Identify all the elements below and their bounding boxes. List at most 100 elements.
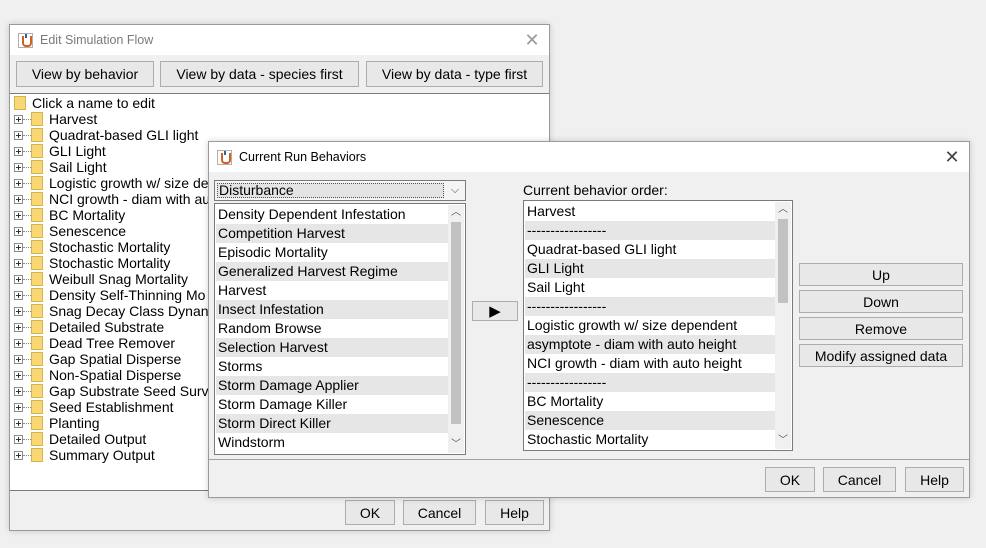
up-button[interactable]: Up <box>799 263 963 286</box>
tree-item[interactable]: Non-Spatial Disperse <box>10 367 181 383</box>
tree-item[interactable]: Snag Decay Class Dynan <box>10 303 209 319</box>
list-item[interactable]: ----------------- <box>525 373 775 392</box>
tree-item[interactable]: Logistic growth w/ size de <box>10 175 209 191</box>
tree-item[interactable]: Senescence <box>10 223 126 239</box>
scroll-down-icon[interactable]: ﹀ <box>775 433 791 449</box>
tree-item[interactable]: Gap Spatial Disperse <box>10 351 181 367</box>
expand-icon[interactable] <box>14 402 23 412</box>
edit-ok-button[interactable]: OK <box>345 500 395 525</box>
run-cancel-button[interactable]: Cancel <box>823 467 896 492</box>
list-item[interactable]: Senescence <box>525 411 775 430</box>
run-window-titlebar[interactable]: Current Run Behaviors ✕ <box>209 142 969 172</box>
list-item[interactable]: ----------------- <box>525 221 775 240</box>
tree-item[interactable]: Sail Light <box>10 159 107 175</box>
order-list-scrollbar[interactable]: ︿ ﹀ <box>775 202 791 449</box>
down-button[interactable]: Down <box>799 290 963 313</box>
list-item[interactable]: Stochastic Mortality <box>525 430 775 449</box>
tree-item[interactable]: Harvest <box>10 111 97 127</box>
expand-icon[interactable] <box>14 242 23 252</box>
list-item[interactable]: ----------------- <box>525 297 775 316</box>
tab-view-by-behavior[interactable]: View by behavior <box>16 61 154 87</box>
behavior-list-scrollbar[interactable]: ︿ ﹀ <box>448 205 464 453</box>
tree-item[interactable]: Stochastic Mortality <box>10 255 170 271</box>
tree-item[interactable]: Weibull Snag Mortality <box>10 271 188 287</box>
expand-icon[interactable] <box>14 290 23 300</box>
list-item[interactable]: Generalized Harvest Regime <box>216 262 448 281</box>
list-item[interactable]: Density Dependent Infestation <box>216 205 448 224</box>
tree-root[interactable]: Click a name to edit <box>10 95 155 111</box>
tab-view-by-type-first[interactable]: View by data - type first <box>366 61 543 87</box>
tree-item[interactable]: Density Self-Thinning Mo <box>10 287 205 303</box>
scroll-thumb[interactable] <box>778 219 788 303</box>
expand-icon[interactable] <box>14 146 23 156</box>
tree-item[interactable]: Gap Substrate Seed Surv <box>10 383 209 399</box>
scroll-up-icon[interactable]: ︿ <box>448 205 464 221</box>
scroll-down-icon[interactable]: ﹀ <box>448 437 464 453</box>
expand-icon[interactable] <box>14 162 23 172</box>
edit-help-button[interactable]: Help <box>485 500 544 525</box>
tree-item[interactable]: NCI growth - diam with au <box>10 191 210 207</box>
expand-icon[interactable] <box>14 274 23 284</box>
tree-item[interactable]: Quadrat-based GLI light <box>10 127 198 143</box>
run-help-button[interactable]: Help <box>905 467 964 492</box>
available-behaviors-list[interactable]: Density Dependent Infestation Competition… <box>214 203 466 455</box>
run-ok-button[interactable]: OK <box>765 467 815 492</box>
list-item[interactable]: Storm Damage Killer <box>216 395 448 414</box>
list-item[interactable]: Storms <box>216 357 448 376</box>
expand-icon[interactable] <box>14 178 23 188</box>
tree-item[interactable]: BC Mortality <box>10 207 125 223</box>
list-item[interactable]: Storm Direct Killer <box>216 414 448 433</box>
tree-item[interactable]: Detailed Output <box>10 431 146 447</box>
tree-item[interactable]: Seed Establishment <box>10 399 174 415</box>
list-item[interactable]: Harvest <box>525 202 775 221</box>
remove-button[interactable]: Remove <box>799 317 963 340</box>
expand-icon[interactable] <box>14 338 23 348</box>
expand-icon[interactable] <box>14 114 23 124</box>
expand-icon[interactable] <box>14 322 23 332</box>
tree-item[interactable]: Detailed Substrate <box>10 319 164 335</box>
expand-icon[interactable] <box>14 450 23 460</box>
expand-icon[interactable] <box>14 194 23 204</box>
expand-icon[interactable] <box>14 306 23 316</box>
list-item[interactable]: Selection Harvest <box>216 338 448 357</box>
scroll-up-icon[interactable]: ︿ <box>775 202 791 218</box>
modify-assigned-data-button[interactable]: Modify assigned data <box>799 344 963 367</box>
expand-icon[interactable] <box>14 434 23 444</box>
behavior-order-list[interactable]: Harvest ----------------- Quadrat-based GL… <box>523 200 793 451</box>
close-icon[interactable]: ✕ <box>943 148 961 166</box>
close-icon[interactable]: ✕ <box>523 31 541 49</box>
chevron-down-icon[interactable]: ⌵ <box>447 182 463 199</box>
expand-icon[interactable] <box>14 130 23 140</box>
expand-icon[interactable] <box>14 258 23 268</box>
list-item[interactable]: Episodic Mortality <box>216 243 448 262</box>
expand-icon[interactable] <box>14 418 23 428</box>
list-item[interactable]: Random Browse <box>216 319 448 338</box>
list-item[interactable]: GLI Light <box>525 259 775 278</box>
behavior-group-dropdown[interactable]: Disturbance ⌵ <box>214 180 466 201</box>
list-item[interactable]: asymptote - diam with auto height <box>525 335 775 354</box>
list-item[interactable]: Sail Light <box>525 278 775 297</box>
list-item[interactable]: Logistic growth w/ size dependent <box>525 316 775 335</box>
expand-icon[interactable] <box>14 210 23 220</box>
list-item[interactable]: Harvest <box>216 281 448 300</box>
expand-icon[interactable] <box>14 370 23 380</box>
tree-item[interactable]: Summary Output <box>10 447 155 463</box>
list-item[interactable]: NCI growth - diam with auto height <box>525 354 775 373</box>
edit-window-titlebar[interactable]: Edit Simulation Flow ✕ <box>10 25 549 55</box>
expand-icon[interactable] <box>14 354 23 364</box>
tree-item[interactable]: Planting <box>10 415 100 431</box>
list-item[interactable]: Storm Damage Applier <box>216 376 448 395</box>
edit-cancel-button[interactable]: Cancel <box>403 500 476 525</box>
list-item[interactable]: Competition Harvest <box>216 224 448 243</box>
tree-item[interactable]: Stochastic Mortality <box>10 239 170 255</box>
expand-icon[interactable] <box>14 226 23 236</box>
expand-icon[interactable] <box>14 386 23 396</box>
list-item[interactable]: Insect Infestation <box>216 300 448 319</box>
tree-item[interactable]: Dead Tree Remover <box>10 335 175 351</box>
list-item[interactable]: BC Mortality <box>525 392 775 411</box>
list-item[interactable]: Windstorm <box>216 433 448 452</box>
tree-item[interactable]: GLI Light <box>10 143 106 159</box>
scroll-thumb[interactable] <box>451 222 461 424</box>
add-behavior-arrow-button[interactable]: ▶ <box>472 301 518 321</box>
list-item[interactable]: Quadrat-based GLI light <box>525 240 775 259</box>
